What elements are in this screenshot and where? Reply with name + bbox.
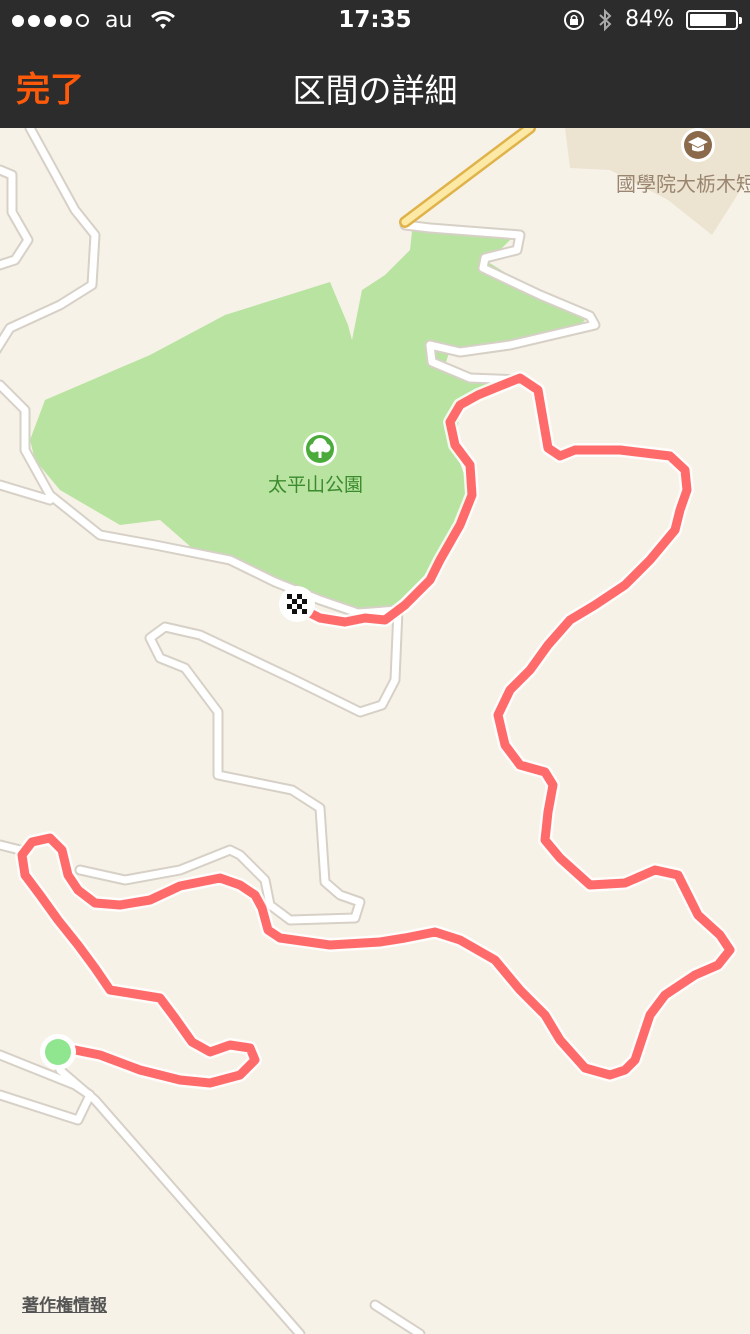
park-label[interactable]: 太平山公園	[268, 470, 363, 497]
graduation-cap-icon[interactable]	[681, 128, 715, 162]
map-view[interactable]: 太平山公園 國學院大栃木短 著作権情報	[0, 128, 750, 1334]
finish-marker[interactable]	[279, 586, 315, 622]
tree-icon[interactable]	[303, 432, 337, 466]
navigation-bar: 完了 区間の詳細	[0, 40, 750, 128]
rotation-lock-icon	[564, 9, 585, 30]
university-label[interactable]: 國學院大栃木短	[616, 168, 750, 197]
battery-percent: 84%	[625, 7, 674, 32]
page-title: 区間の詳細	[292, 71, 458, 110]
status-right: 84%	[563, 7, 742, 32]
battery-fill	[690, 13, 727, 26]
copyright-link[interactable]: 著作権情報	[22, 1291, 107, 1316]
battery-icon	[686, 9, 742, 30]
bluetooth-icon	[599, 8, 612, 31]
checkered-flag-icon	[287, 594, 307, 614]
main-road	[401, 128, 534, 226]
battery-cap	[739, 16, 742, 24]
start-marker[interactable]	[40, 1034, 76, 1070]
map-canvas[interactable]	[0, 128, 750, 1334]
status-bar: au 17:35 84%	[0, 0, 750, 40]
